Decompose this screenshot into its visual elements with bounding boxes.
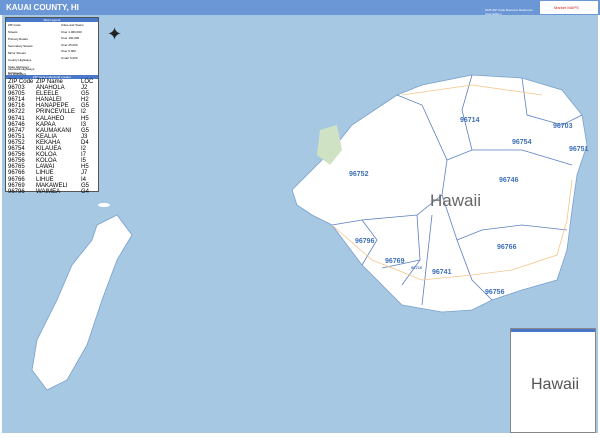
table-cell: LIHUE [36, 176, 54, 183]
table-cell: I5 [81, 158, 87, 165]
header-bar: KAUAI COUNTY, HI 2025 ZIP Code Business … [0, 0, 600, 16]
table-cell: KALAHEO [36, 115, 65, 122]
inset-map[interactable]: Hawaii [510, 328, 596, 433]
col-zip: ZIP Code [8, 79, 34, 85]
table-cell: 96751 [8, 133, 25, 140]
table-cell: ELEELE [36, 91, 59, 98]
zip-label: 96766 [497, 244, 517, 251]
inset-label: Hawaii [531, 376, 580, 393]
island-label: Hawaii [430, 191, 481, 210]
legend-item: Streets [8, 30, 18, 34]
map-title: KAUAI COUNTY, HI [6, 3, 79, 12]
table-cell: KAUMAKANI [36, 127, 72, 134]
table-cell: KOLOA [36, 158, 57, 165]
table-cell: H5 [81, 115, 89, 122]
table-cell: G4 [81, 188, 90, 195]
table-cell: ANAHOLA [36, 85, 65, 92]
table-cell: 96752 [8, 139, 25, 146]
lehua-islet [98, 203, 110, 207]
map-page: KAUAI COUNTY, HI 2025 ZIP Code Business … [0, 0, 600, 435]
table-cell: 96705 [8, 91, 25, 98]
table-cell: H2 [81, 97, 89, 104]
table-cell: HANAPEPE [36, 103, 69, 110]
table-cell: 96714 [8, 97, 25, 104]
table-row: 96796 WAIMEA G4 [6, 189, 98, 195]
legend-item: Under 5,000 [61, 55, 78, 60]
logo-text: Market MAPS [554, 5, 579, 10]
legend-item: Minor Streets [8, 51, 26, 55]
table-cell: 96756 [8, 152, 25, 159]
table-cell: H5 [81, 164, 89, 171]
table-cell: 96703 [8, 85, 25, 92]
zip-label: 96741 [432, 269, 452, 276]
legend-item: Secondary Streets [8, 44, 33, 48]
table-cell: J3 [81, 133, 88, 140]
table-cell: J7 [81, 170, 88, 177]
zip-label: 96714 [460, 117, 480, 124]
table-cell: I3 [81, 121, 87, 128]
legend-item: Primary Roads [8, 37, 28, 41]
table-cell: 96746 [8, 121, 25, 128]
table-cell: 96766 [8, 176, 25, 183]
compass-rose-icon: ✦ [107, 24, 123, 44]
table-cell: 96741 [8, 115, 25, 122]
table-cell: I2 [81, 109, 87, 116]
table-cell: KEALIA [36, 133, 58, 140]
niihau-island [31, 214, 133, 391]
zip-label: 96752 [349, 171, 369, 178]
zip-label: 96716 [411, 265, 423, 270]
table-cell: I2 [81, 146, 87, 153]
table-cell: D4 [81, 139, 89, 146]
zip-label: 96756 [485, 289, 505, 296]
col-name: ZIP Name [36, 79, 63, 85]
brand-logo: Market MAPS [540, 1, 598, 14]
table-cell: I7 [81, 152, 87, 159]
table-cell: G5 [81, 127, 90, 134]
zip-label: 96769 [385, 258, 405, 265]
table-cell: KOLOA [36, 152, 57, 159]
zip-label: 96796 [355, 238, 375, 245]
table-cell: 96766 [8, 170, 25, 177]
zip-label: 96751 [569, 146, 589, 153]
inset-header [511, 329, 595, 332]
table-cell: 96756 [8, 158, 25, 165]
table-cell: PRINCEVILLE [36, 109, 76, 116]
table-cell: 96754 [8, 146, 25, 153]
table-cell: 96722 [8, 109, 25, 116]
table-cell: 96769 [8, 182, 25, 189]
zip-label: 96703 [553, 123, 573, 130]
table-cell: 96716 [8, 103, 25, 110]
table-cell: KEKAHA [36, 139, 61, 146]
table-cell: G5 [81, 182, 90, 189]
table-cell: J2 [81, 85, 88, 92]
table-cell: KAPAA [36, 121, 56, 128]
legend-panel: Map Legend ZIP Code Streets Primary Road… [5, 17, 99, 195]
table-cell: 96747 [8, 127, 25, 134]
table-cell: 96765 [8, 164, 25, 171]
table-cell: WAIMEA [36, 188, 61, 195]
zip-label: 96746 [499, 177, 519, 184]
table-cell: G5 [81, 91, 90, 98]
legend-item: County Highways [8, 58, 32, 62]
table-body: 96703 ANAHOLA J2 96705 ELEELE G5 96714 HANALEI H… [6, 85, 98, 195]
table-cell: LAWAI [36, 164, 55, 171]
legend-right: Cities and Towns Over 1,000,000 Over 100… [61, 23, 84, 62]
table-cell: I4 [81, 176, 87, 183]
table-cell: 96796 [8, 188, 25, 195]
table-cell: LIHUE [36, 170, 54, 177]
zip-label: 96754 [512, 139, 532, 146]
table-cell: KILAUEA [36, 146, 62, 153]
zip-index-table: ZIP Code Index/Grid Locator ZIP Code ZIP… [6, 75, 98, 195]
table-cell: G5 [81, 103, 90, 110]
col-loc: LOC [81, 79, 94, 85]
legend-item: ZIP Code [8, 23, 21, 27]
table-cell: HANALEI [36, 97, 62, 104]
table-cell: MAKAWELI [36, 182, 68, 189]
